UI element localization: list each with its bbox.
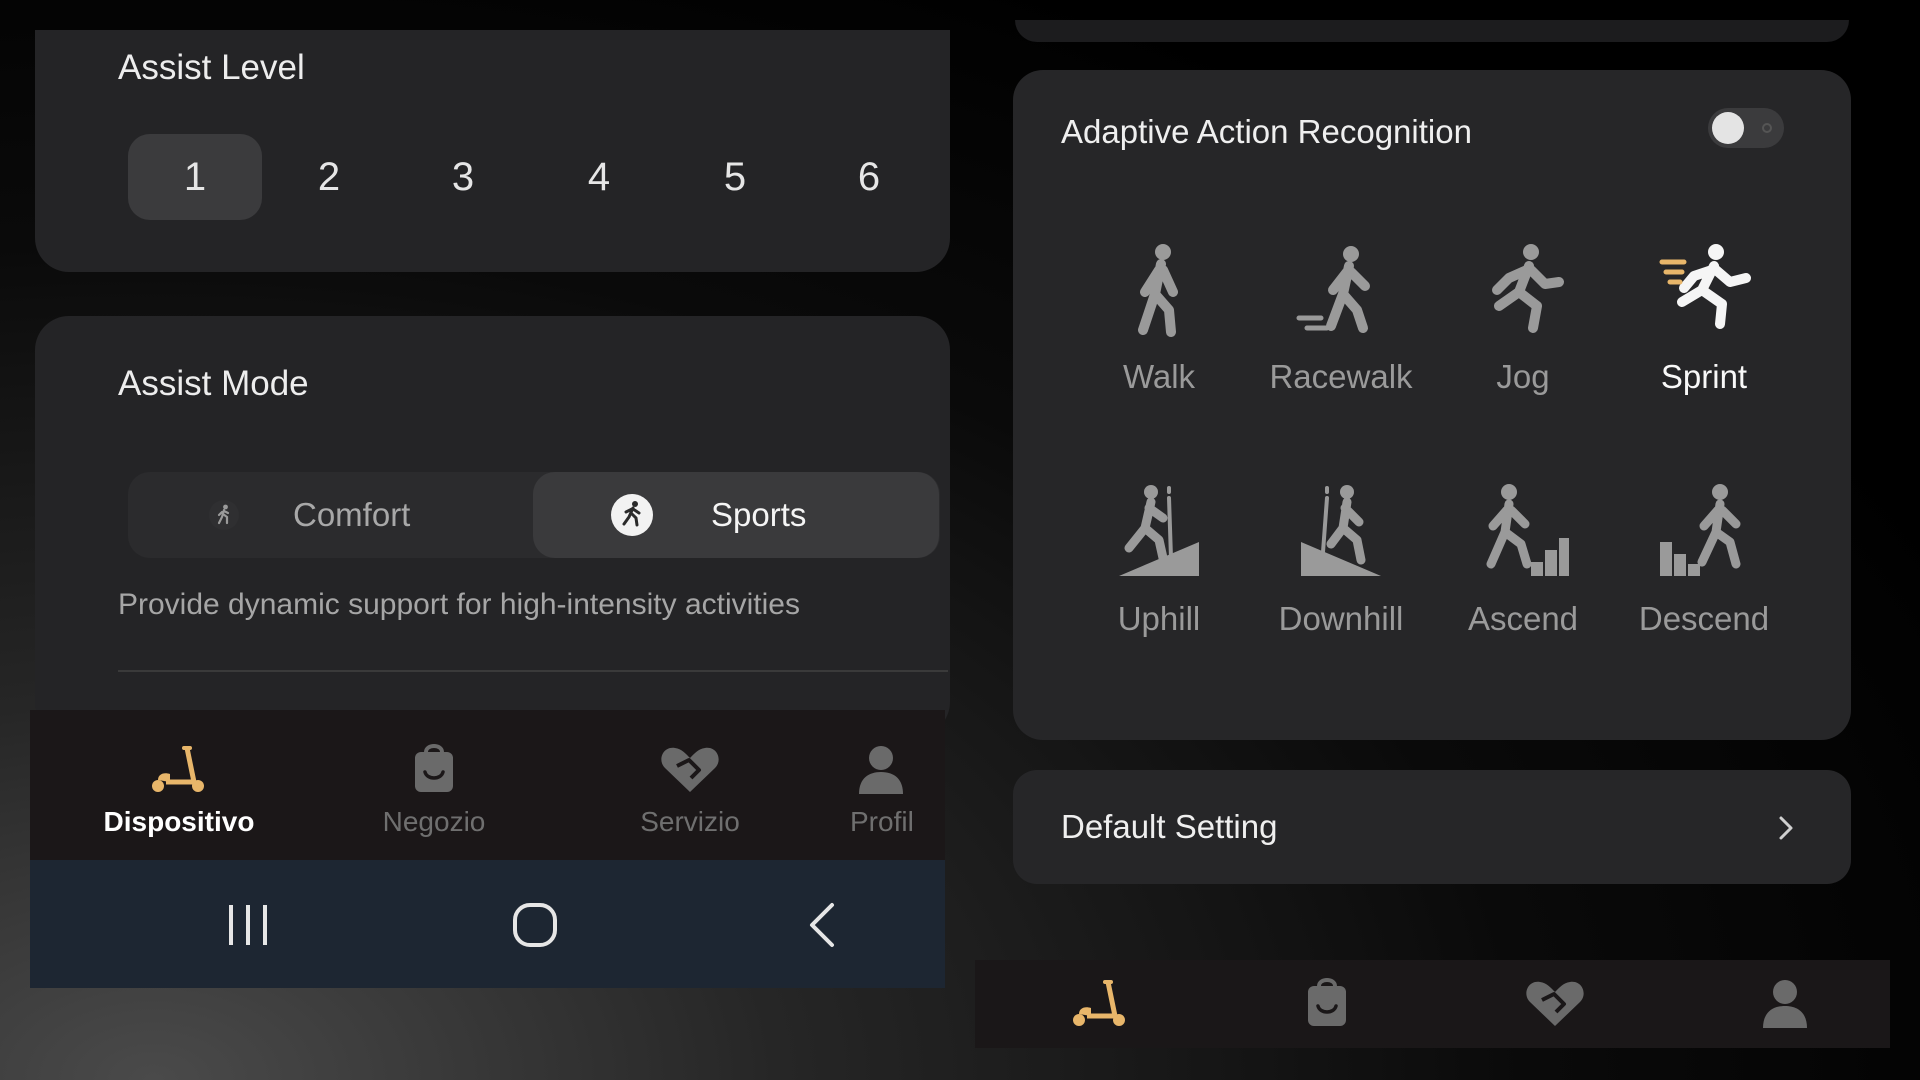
assist-mode-title: Assist Mode bbox=[118, 364, 309, 403]
level-button-4[interactable]: 4 bbox=[532, 134, 666, 220]
comfort-mode-button[interactable]: Comfort bbox=[128, 472, 533, 558]
assist-mode-segmented-control: Comfort Sports bbox=[128, 472, 940, 558]
chevron-right-icon bbox=[1779, 816, 1793, 840]
shopping-bag-icon[interactable] bbox=[1287, 974, 1367, 1034]
action-sprint-label: Sprint bbox=[1660, 358, 1748, 395]
action-jog[interactable]: Jog bbox=[1433, 240, 1613, 420]
heart-handshake-icon bbox=[661, 747, 719, 792]
tab-dispositivo[interactable]: Dispositivo bbox=[54, 710, 304, 860]
walking-person-icon bbox=[209, 500, 239, 530]
back-icon bbox=[810, 903, 834, 947]
level-button-5[interactable]: 5 bbox=[668, 134, 802, 220]
recent-apps-icon bbox=[229, 905, 267, 945]
shopping-bag-icon bbox=[415, 744, 453, 792]
divider bbox=[118, 670, 948, 672]
action-descend-label: Descend bbox=[1638, 600, 1770, 637]
tab-dispositivo-label: Dispositivo bbox=[103, 806, 255, 837]
jog-icon bbox=[1492, 244, 1564, 333]
sprint-icon bbox=[1659, 244, 1751, 329]
action-ascend[interactable]: Ascend bbox=[1433, 482, 1613, 662]
bottom-tab-bar: Dispositivo Negozio Servizio Profil bbox=[30, 710, 945, 860]
recent-apps-button[interactable] bbox=[188, 880, 308, 970]
default-setting-label: Default Setting bbox=[1061, 808, 1278, 845]
level-button-2[interactable]: 2 bbox=[262, 134, 396, 220]
downhill-icon bbox=[1301, 485, 1381, 576]
assist-level-title: Assist Level bbox=[118, 48, 305, 87]
tab-negozio-label: Negozio bbox=[382, 806, 486, 837]
assist-mode-description: Provide dynamic support for high-intensi… bbox=[118, 588, 800, 621]
toggle-off-indicator bbox=[1762, 123, 1772, 133]
uphill-icon bbox=[1119, 485, 1199, 576]
bottom-tab-bar-right bbox=[975, 960, 1890, 1048]
default-setting-row[interactable]: Default Setting bbox=[1013, 770, 1851, 884]
action-descend[interactable]: Descend bbox=[1614, 482, 1794, 662]
racewalk-icon bbox=[1296, 246, 1370, 333]
home-button[interactable] bbox=[475, 880, 595, 970]
back-button[interactable] bbox=[762, 880, 882, 970]
tab-profil-label: Profil bbox=[850, 806, 914, 837]
level-button-1[interactable]: 1 bbox=[128, 134, 262, 220]
tab-servizio-label: Servizio bbox=[640, 806, 740, 837]
action-downhill[interactable]: Downhill bbox=[1251, 482, 1431, 662]
toggle-knob bbox=[1712, 112, 1744, 144]
adaptive-action-recognition-toggle[interactable] bbox=[1708, 108, 1784, 148]
action-walk[interactable]: Walk bbox=[1069, 240, 1249, 420]
running-person-icon bbox=[611, 494, 653, 536]
scooter-icon bbox=[152, 746, 204, 792]
adaptive-action-recognition-title: Adaptive Action Recognition bbox=[1061, 113, 1472, 150]
profile-icon[interactable] bbox=[1745, 974, 1825, 1034]
profile-icon bbox=[859, 746, 903, 794]
tab-profil[interactable]: Profil bbox=[820, 710, 945, 860]
ascend-icon bbox=[1486, 484, 1569, 576]
previous-card-edge bbox=[1015, 20, 1849, 42]
sports-mode-label: Sports bbox=[711, 496, 807, 533]
tab-servizio[interactable]: Servizio bbox=[565, 710, 815, 860]
action-uphill[interactable]: Uphill bbox=[1069, 482, 1249, 662]
tab-negozio[interactable]: Negozio bbox=[309, 710, 559, 860]
action-sprint[interactable]: Sprint bbox=[1614, 240, 1794, 420]
comfort-mode-label: Comfort bbox=[293, 496, 411, 533]
sports-mode-button[interactable]: Sports bbox=[533, 472, 939, 558]
descend-icon bbox=[1660, 484, 1741, 576]
system-navigation-bar bbox=[30, 860, 945, 988]
action-racewalk[interactable]: Racewalk bbox=[1251, 240, 1431, 420]
home-icon bbox=[513, 903, 557, 947]
walk-icon bbox=[1138, 244, 1178, 337]
level-button-6[interactable]: 6 bbox=[802, 134, 936, 220]
level-button-3[interactable]: 3 bbox=[396, 134, 530, 220]
heart-handshake-icon[interactable] bbox=[1515, 974, 1595, 1034]
scooter-icon[interactable] bbox=[1060, 974, 1140, 1034]
